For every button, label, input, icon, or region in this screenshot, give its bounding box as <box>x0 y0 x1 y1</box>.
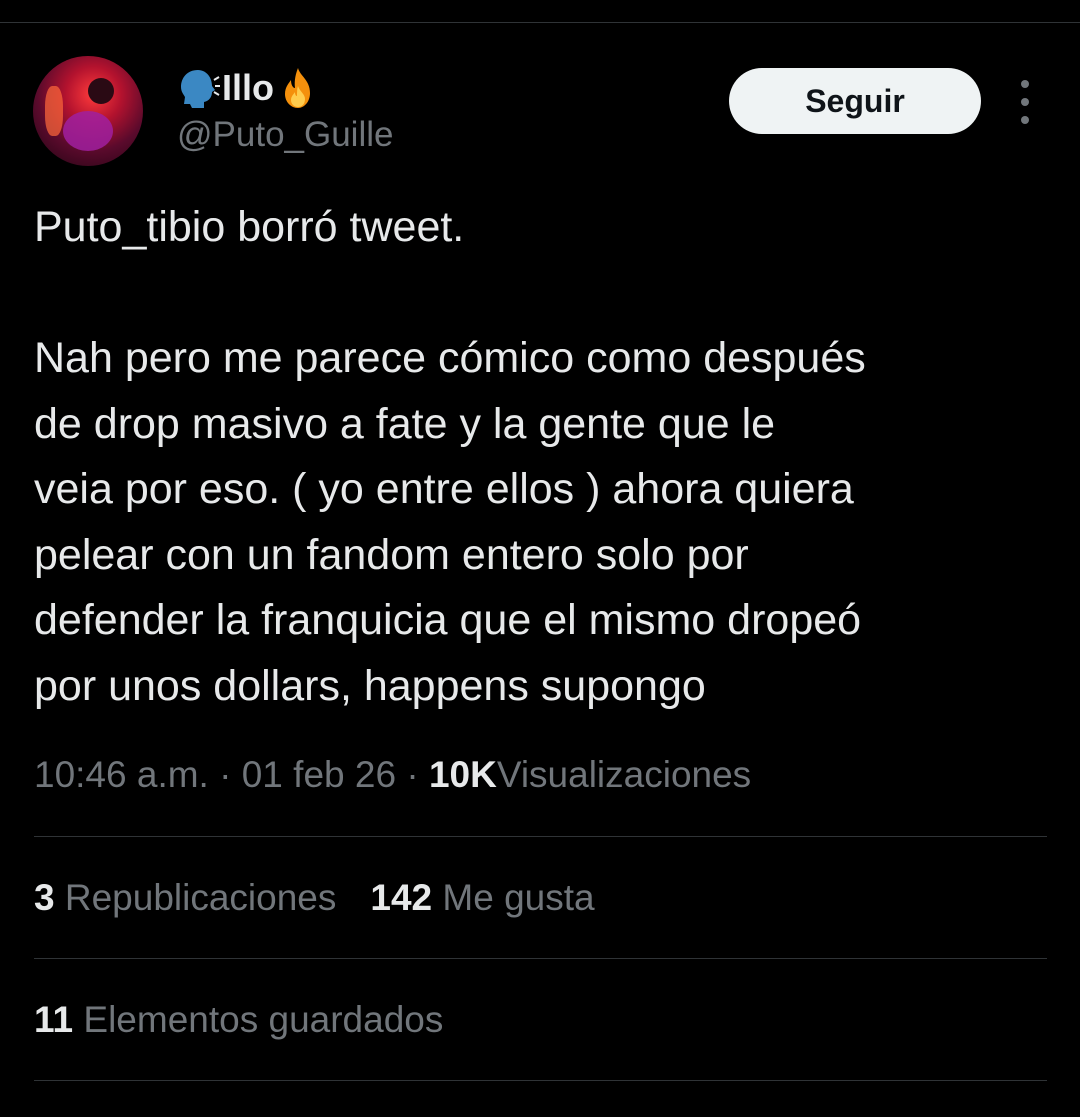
tweet-line-gap <box>34 261 1044 327</box>
follow-button[interactable]: Seguir <box>729 68 981 134</box>
speaking-head-icon <box>181 70 220 108</box>
views-label: Visualizaciones <box>496 754 752 795</box>
tweet-line: defender la franquicia que el mismo drop… <box>34 596 862 644</box>
bookmarks-count: 11 <box>34 999 74 1040</box>
likes-stat[interactable]: 142 Me gusta <box>370 877 594 919</box>
tweet-line: Nah pero me parece cómico como después <box>34 334 866 382</box>
tweet-meta: 10:46 a.m. · 01 feb 26 · 10KVisualizacio… <box>34 754 751 796</box>
tweet-date[interactable]: 01 feb 26 <box>242 754 396 795</box>
engagement-stats: 3 Republicaciones 142 Me gusta <box>34 877 595 919</box>
fire-icon <box>285 68 310 108</box>
tweet-line: pelear con un fandom entero solo por <box>34 530 749 579</box>
tweet-line: veia por eso. ( yo entre ellos ) ahora q… <box>34 465 854 513</box>
more-options-icon[interactable] <box>1008 80 1042 124</box>
bookmarks-label: Elementos guardados <box>83 999 444 1040</box>
bookmarks-stat[interactable]: 11 Elementos guardados <box>34 999 443 1041</box>
meta-separator: · <box>406 754 419 795</box>
tweet-time[interactable]: 10:46 a.m. <box>34 754 209 795</box>
reposts-stat[interactable]: 3 Republicaciones <box>34 877 336 919</box>
divider <box>34 958 1047 959</box>
user-handle[interactable]: @Puto_Guille <box>177 115 393 155</box>
divider <box>34 1080 1047 1081</box>
tweet-text: Puto_tibio borró tweet. Nah pero me pare… <box>34 195 1044 719</box>
tweet-line: por unos dollars, happens supongo <box>34 661 706 710</box>
user-display-name[interactable]: Illo <box>176 64 318 112</box>
views-count: 10K <box>428 754 497 795</box>
divider <box>34 836 1047 837</box>
avatar[interactable] <box>33 56 143 166</box>
tweet-line: de drop masivo a fate y la gente que le <box>34 399 776 448</box>
tweet-line: Puto_tibio borró tweet. <box>34 203 465 251</box>
reposts-label: Republicaciones <box>64 877 337 918</box>
likes-label: Me gusta <box>442 877 595 918</box>
display-name-text: Illo <box>222 67 274 108</box>
likes-count: 142 <box>370 877 433 918</box>
meta-separator: · <box>219 754 232 795</box>
reposts-count: 3 <box>34 877 55 918</box>
top-divider <box>0 22 1080 23</box>
